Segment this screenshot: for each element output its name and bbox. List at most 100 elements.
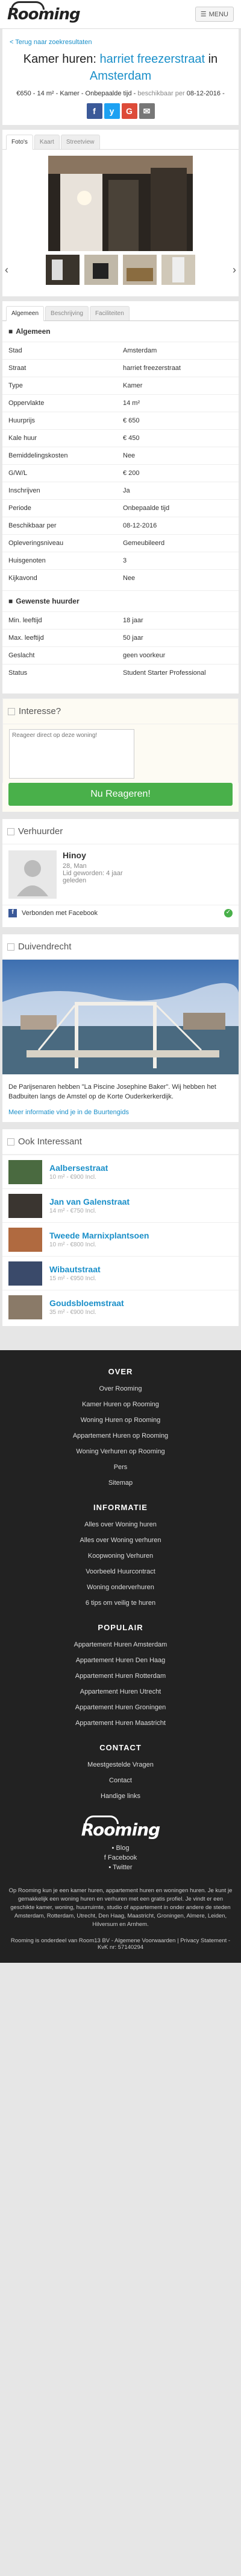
tab-streetview[interactable]: Streetview: [60, 135, 100, 149]
row-value: Onbepaalde tijd: [123, 505, 170, 512]
landlord-title: Verhuurder: [18, 826, 63, 837]
listing-summary: €650 - 14 m² - Kamer - Onbepaalde tijd -…: [10, 89, 231, 98]
listing-title[interactable]: Tweede Marnixplantsoen: [49, 1231, 149, 1240]
neighborhood-guide-link[interactable]: Meer informatie vind je in de Buurtengid…: [8, 1109, 129, 1116]
listing-thumbnail: [8, 1261, 42, 1286]
footer-facebook-link[interactable]: f Facebook: [6, 1853, 235, 1863]
footer-link[interactable]: Contact: [6, 1773, 235, 1788]
footer-link[interactable]: Handige links: [6, 1788, 235, 1804]
table-row: Min. leeftijd 18 jaar: [2, 611, 239, 629]
footer-link[interactable]: Appartement Huren Maastricht: [6, 1715, 235, 1731]
footer-link[interactable]: Woning Verhuren op Rooming: [6, 1444, 235, 1459]
thumbnail[interactable]: [123, 255, 157, 285]
row-value: € 650: [123, 417, 140, 424]
footer-link[interactable]: Appartement Huren Groningen: [6, 1700, 235, 1715]
footer-link[interactable]: Woning Huren op Rooming: [6, 1412, 235, 1428]
prev-arrow-icon[interactable]: ‹: [5, 264, 8, 276]
footer-over-title: OVER: [108, 1367, 133, 1376]
table-row: Status Student Starter Professional: [2, 664, 239, 681]
footer-twitter-link[interactable]: ▪ Twitter: [6, 1863, 235, 1872]
footer-link[interactable]: Over Rooming: [6, 1381, 235, 1397]
tab-general[interactable]: Algemeen: [6, 306, 45, 321]
footer-contact: CONTACT Meestgestelde Vragen Contact Handig…: [6, 1743, 235, 1804]
main-photo[interactable]: [48, 156, 193, 251]
footer-twitter-label: Twitter: [113, 1864, 133, 1871]
row-label: Straat: [8, 365, 27, 372]
list-item[interactable]: Jan van Galenstraat 14 m² - €750 Incl.: [2, 1188, 239, 1222]
tenant-title: Gewenste huurder: [16, 597, 80, 605]
footer-link[interactable]: Alles over Woning verhuren: [6, 1532, 235, 1548]
row-value: Nee: [123, 452, 136, 459]
google-share-icon[interactable]: G: [121, 103, 137, 119]
listing-details: 10 m² - €900 Incl.: [49, 1174, 96, 1181]
tab-description[interactable]: Beschrijving: [45, 306, 89, 320]
thumbnail[interactable]: [161, 255, 195, 285]
photo-panel: Foto's Kaart Streetview ‹ ›: [2, 130, 239, 296]
facebook-share-icon[interactable]: f: [86, 103, 102, 119]
table-row: Inschrijven Ja: [2, 482, 239, 499]
table-row: Kale huur € 450: [2, 429, 239, 447]
footer-link[interactable]: Koopwoning Verhuren: [6, 1548, 235, 1564]
footer-logo[interactable]: Rooming: [81, 1816, 160, 1840]
footer-link[interactable]: Appartement Huren op Rooming: [6, 1428, 235, 1444]
footer-popular: POPULAIR Appartement Huren Amsterdam Appar…: [6, 1623, 235, 1731]
neighborhood-text: De Parijsenaren hebben "La Piscine Josep…: [8, 1083, 216, 1100]
footer-link[interactable]: 6 tips om veilig te huren: [6, 1595, 235, 1611]
table-row: Beschikbaar per 08-12-2016: [2, 517, 239, 534]
general-heading: ■ Algemeen: [2, 321, 239, 342]
row-value: 18 jaar: [123, 617, 143, 624]
title-street: harriet freezerstraat: [99, 53, 205, 66]
twitter-share-icon[interactable]: y: [104, 103, 120, 119]
listing-title[interactable]: Jan van Galenstraat: [49, 1197, 130, 1207]
footer-link[interactable]: Meestgestelde Vragen: [6, 1757, 235, 1773]
row-label: Bemiddelingskosten: [8, 452, 68, 459]
footer-link[interactable]: Woning onderverhuren: [6, 1580, 235, 1595]
checkbox-icon: [7, 827, 14, 835]
respond-now-button[interactable]: Nu Reageren!: [8, 783, 233, 806]
row-value: geen voorkeur: [123, 652, 166, 659]
footer-info-title: INFORMATIE: [93, 1503, 148, 1512]
list-item[interactable]: Tweede Marnixplantsoen 10 m² - €800 Incl.: [2, 1222, 239, 1256]
related-title: Ook Interessant: [18, 1137, 82, 1147]
footer-link[interactable]: Alles over Woning huren: [6, 1517, 235, 1532]
footer-link[interactable]: Appartement Huren Rotterdam: [6, 1668, 235, 1684]
row-label: Geslacht: [8, 652, 35, 659]
list-item[interactable]: Wibautstraat 15 m² - €950 Incl.: [2, 1256, 239, 1290]
thumbnail-strip: [46, 255, 195, 285]
table-row: Opleveringsniveau Gemeubileerd: [2, 534, 239, 552]
tab-map[interactable]: Kaart: [34, 135, 60, 149]
thumbnail[interactable]: [46, 255, 80, 285]
list-item[interactable]: Aalbersestraat 10 m² - €900 Incl.: [2, 1155, 239, 1188]
listing-title[interactable]: Goudsbloemstraat: [49, 1298, 124, 1308]
row-label: Min. leeftijd: [8, 617, 42, 624]
thumbnail[interactable]: [84, 255, 118, 285]
table-row: Periode Onbepaalde tijd: [2, 499, 239, 517]
email-share-icon[interactable]: ✉: [139, 103, 155, 119]
reaction-textarea[interactable]: [9, 729, 134, 779]
listing-thumbnail: [8, 1159, 42, 1184]
list-item[interactable]: Goudsbloemstraat 35 m² - €900 Incl.: [2, 1290, 239, 1324]
listing-title[interactable]: Wibautstraat: [49, 1264, 101, 1274]
footer-legal: Rooming is onderdeel van Room13 BV - Alg…: [10, 1937, 231, 1951]
row-value: 3: [123, 557, 127, 564]
back-to-results-link[interactable]: < Terug naar zoekresultaten: [10, 39, 92, 46]
footer-link[interactable]: Kamer Huren op Rooming: [6, 1397, 235, 1412]
footer-link[interactable]: Appartement Huren Amsterdam: [6, 1637, 235, 1653]
footer-link[interactable]: Voorbeeld Huurcontract: [6, 1564, 235, 1580]
row-label: Kijkavond: [8, 575, 37, 582]
next-arrow-icon[interactable]: ›: [233, 264, 236, 276]
rooming-logo[interactable]: Rooming: [7, 1, 81, 24]
tab-facilities[interactable]: Faciliteiten: [89, 306, 130, 320]
landlord-member-since: Lid geworden: 4 jaar geleden: [63, 870, 123, 884]
table-row: G/W/L € 200: [2, 464, 239, 482]
footer-link[interactable]: Appartement Huren Den Haag: [6, 1653, 235, 1668]
title-prefix: Kamer huren:: [23, 53, 96, 66]
footer-link[interactable]: Pers: [6, 1459, 235, 1475]
footer-blog-link[interactable]: ▪ Blog: [6, 1843, 235, 1853]
tab-photos[interactable]: Foto's: [6, 135, 33, 150]
footer-link[interactable]: Appartement Huren Utrecht: [6, 1684, 235, 1700]
menu-button[interactable]: ☰ MENU: [195, 7, 234, 22]
checkbox-icon: [8, 707, 15, 715]
footer-link[interactable]: Sitemap: [6, 1475, 235, 1491]
listing-title[interactable]: Aalbersestraat: [49, 1163, 108, 1173]
